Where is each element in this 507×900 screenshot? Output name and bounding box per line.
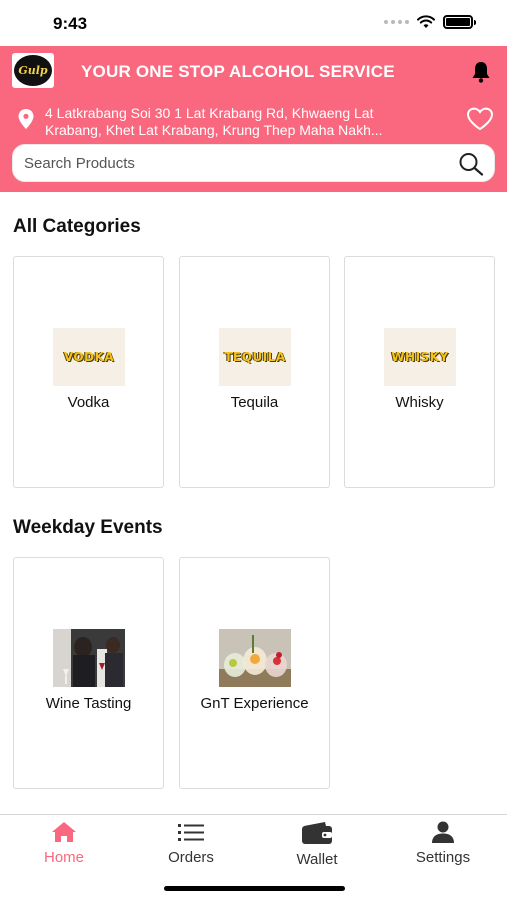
location-pin-icon xyxy=(18,109,34,129)
tequila-image-text: TEQUILA xyxy=(224,350,286,364)
search-input[interactable]: Search Products xyxy=(24,155,135,172)
nav-home[interactable]: Home xyxy=(14,821,114,866)
status-bar: 9:43 xyxy=(0,0,507,46)
wine-tasting-image xyxy=(53,629,125,687)
category-label: Tequila xyxy=(230,394,279,411)
bell-icon[interactable] xyxy=(469,60,493,84)
tequila-image: TEQUILA xyxy=(219,328,291,386)
search-icon[interactable] xyxy=(458,152,484,176)
home-indicator xyxy=(164,886,345,891)
nav-wallet-label: Wallet xyxy=(296,851,338,868)
heart-icon[interactable] xyxy=(466,107,494,131)
app-header: Gulp YOUR ONE STOP ALCOHOL SERVICE 4 Lat… xyxy=(0,46,507,192)
delivery-address[interactable]: 4 Latkrabang Soi 30 1 Lat Krabang Rd, Kh… xyxy=(45,105,445,139)
header-tagline: YOUR ONE STOP ALCOHOL SERVICE xyxy=(81,62,395,81)
nav-orders[interactable]: Orders xyxy=(141,821,241,866)
event-label: Wine Tasting xyxy=(45,695,132,712)
list-icon xyxy=(178,824,204,841)
gnt-photo xyxy=(219,629,291,687)
whisky-image: WHISKY xyxy=(384,328,456,386)
signal-icon xyxy=(384,20,409,24)
nav-settings[interactable]: Settings xyxy=(393,821,493,866)
nav-orders-label: Orders xyxy=(168,849,214,866)
address-line-2: Krabang, Khet Lat Krabang, Krung Thep Ma… xyxy=(45,122,383,138)
status-icons xyxy=(384,15,476,29)
wallet-icon xyxy=(302,822,332,844)
category-card-tequila[interactable]: TEQUILA Tequila xyxy=(179,256,330,488)
event-card-gnt-experience[interactable]: GnT Experience xyxy=(179,557,330,789)
category-card-vodka[interactable]: VODKA Vodka xyxy=(13,256,164,488)
nav-settings-label: Settings xyxy=(415,849,471,866)
vodka-image: VODKA xyxy=(53,328,125,386)
category-label: Vodka xyxy=(67,394,110,411)
logo-text: Gulp xyxy=(14,55,52,86)
status-time: 9:43 xyxy=(53,14,88,33)
nav-wallet[interactable]: Wallet xyxy=(267,821,367,868)
events-title: Weekday Events xyxy=(13,517,163,538)
category-card-whisky[interactable]: WHISKY Whisky xyxy=(344,256,495,488)
home-icon xyxy=(52,822,76,842)
categories-title: All Categories xyxy=(13,216,141,237)
search-bar[interactable]: Search Products xyxy=(12,144,495,182)
person-icon xyxy=(432,821,454,843)
wine-tasting-photo xyxy=(53,629,125,687)
nav-home-label: Home xyxy=(43,849,84,866)
category-label: Whisky xyxy=(395,394,444,411)
gnt-experience-image xyxy=(219,629,291,687)
event-card-wine-tasting[interactable]: Wine Tasting xyxy=(13,557,164,789)
address-line-1: 4 Latkrabang Soi 30 1 Lat Krabang Rd, Kh… xyxy=(45,105,374,121)
event-label: GnT Experience xyxy=(200,695,309,712)
vodka-image-text: VODKA xyxy=(63,350,115,364)
app-logo[interactable]: Gulp xyxy=(12,53,54,88)
whisky-image-text: WHISKY xyxy=(391,350,449,364)
wifi-icon xyxy=(417,15,435,28)
battery-icon xyxy=(443,15,476,29)
